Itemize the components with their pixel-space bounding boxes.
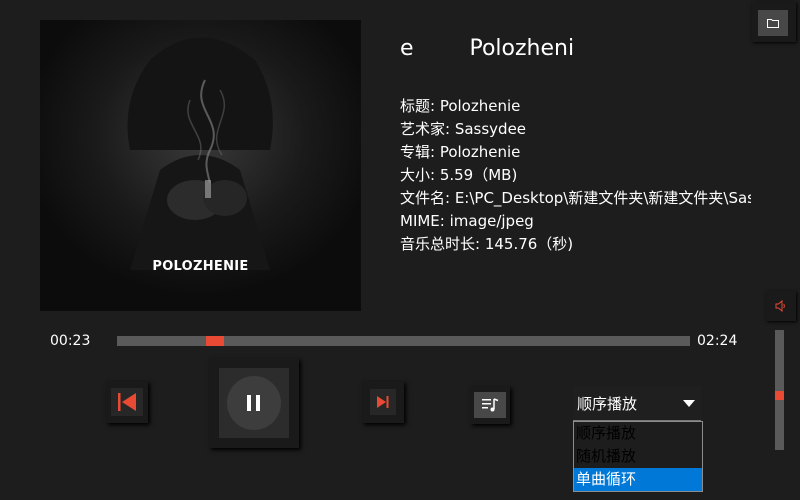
album-cover-caption: POLOZHENIE: [152, 259, 249, 274]
playlist-button[interactable]: [470, 386, 510, 424]
pause-icon: [247, 395, 260, 411]
current-time: 00:23: [50, 333, 91, 349]
play-mode-option-shuffle[interactable]: 随机播放: [574, 445, 702, 468]
volume-slider[interactable]: [775, 330, 784, 450]
previous-track-button[interactable]: [106, 381, 148, 423]
skip-previous-icon: [118, 393, 136, 411]
next-track-button[interactable]: [362, 381, 404, 423]
play-mode-selected: 顺序播放: [577, 394, 638, 413]
album-cover: POLOZHENIE: [40, 20, 361, 311]
play-mode-option-sequential[interactable]: 顺序播放: [574, 422, 702, 445]
playlist-icon: [482, 398, 499, 412]
progress-bar[interactable]: [117, 336, 690, 346]
play-pause-button[interactable]: [209, 358, 299, 448]
play-mode-select[interactable]: 顺序播放: [573, 386, 701, 421]
caret-down-icon: [683, 400, 695, 407]
folder-icon: [767, 19, 779, 28]
play-mode-option-repeat-one[interactable]: 单曲循环: [574, 468, 702, 491]
volume-button[interactable]: [766, 291, 796, 321]
volume-slider-thumb[interactable]: [775, 391, 784, 400]
progress-thumb[interactable]: [206, 336, 224, 346]
info-size: 大小: 5.59（MB): [400, 166, 518, 184]
info-title: 标题: Polozhenie: [400, 97, 521, 115]
skip-next-icon: [377, 396, 389, 408]
info-artist: 艺术家: Sassydee: [400, 120, 527, 138]
info-filename: 文件名: E:\PC_Desktop\新建文件夹\新建文件夹\Sassydee …: [400, 189, 751, 207]
track-info: 标题: Polozhenie 艺术家: Sassydee 专辑: Polozhe…: [400, 95, 751, 256]
open-folder-button[interactable]: [752, 2, 796, 42]
now-playing-marquee: e Polozheni: [400, 36, 575, 61]
info-duration: 音乐总时长: 145.76（秒): [400, 235, 574, 253]
info-album: 专辑: Polozhenie: [400, 143, 521, 161]
total-time: 02:24: [697, 333, 738, 349]
speaker-icon: [775, 300, 785, 312]
info-mime: MIME: image/jpeg: [400, 212, 534, 230]
play-mode-dropdown: 顺序播放 随机播放 单曲循环: [573, 421, 703, 492]
